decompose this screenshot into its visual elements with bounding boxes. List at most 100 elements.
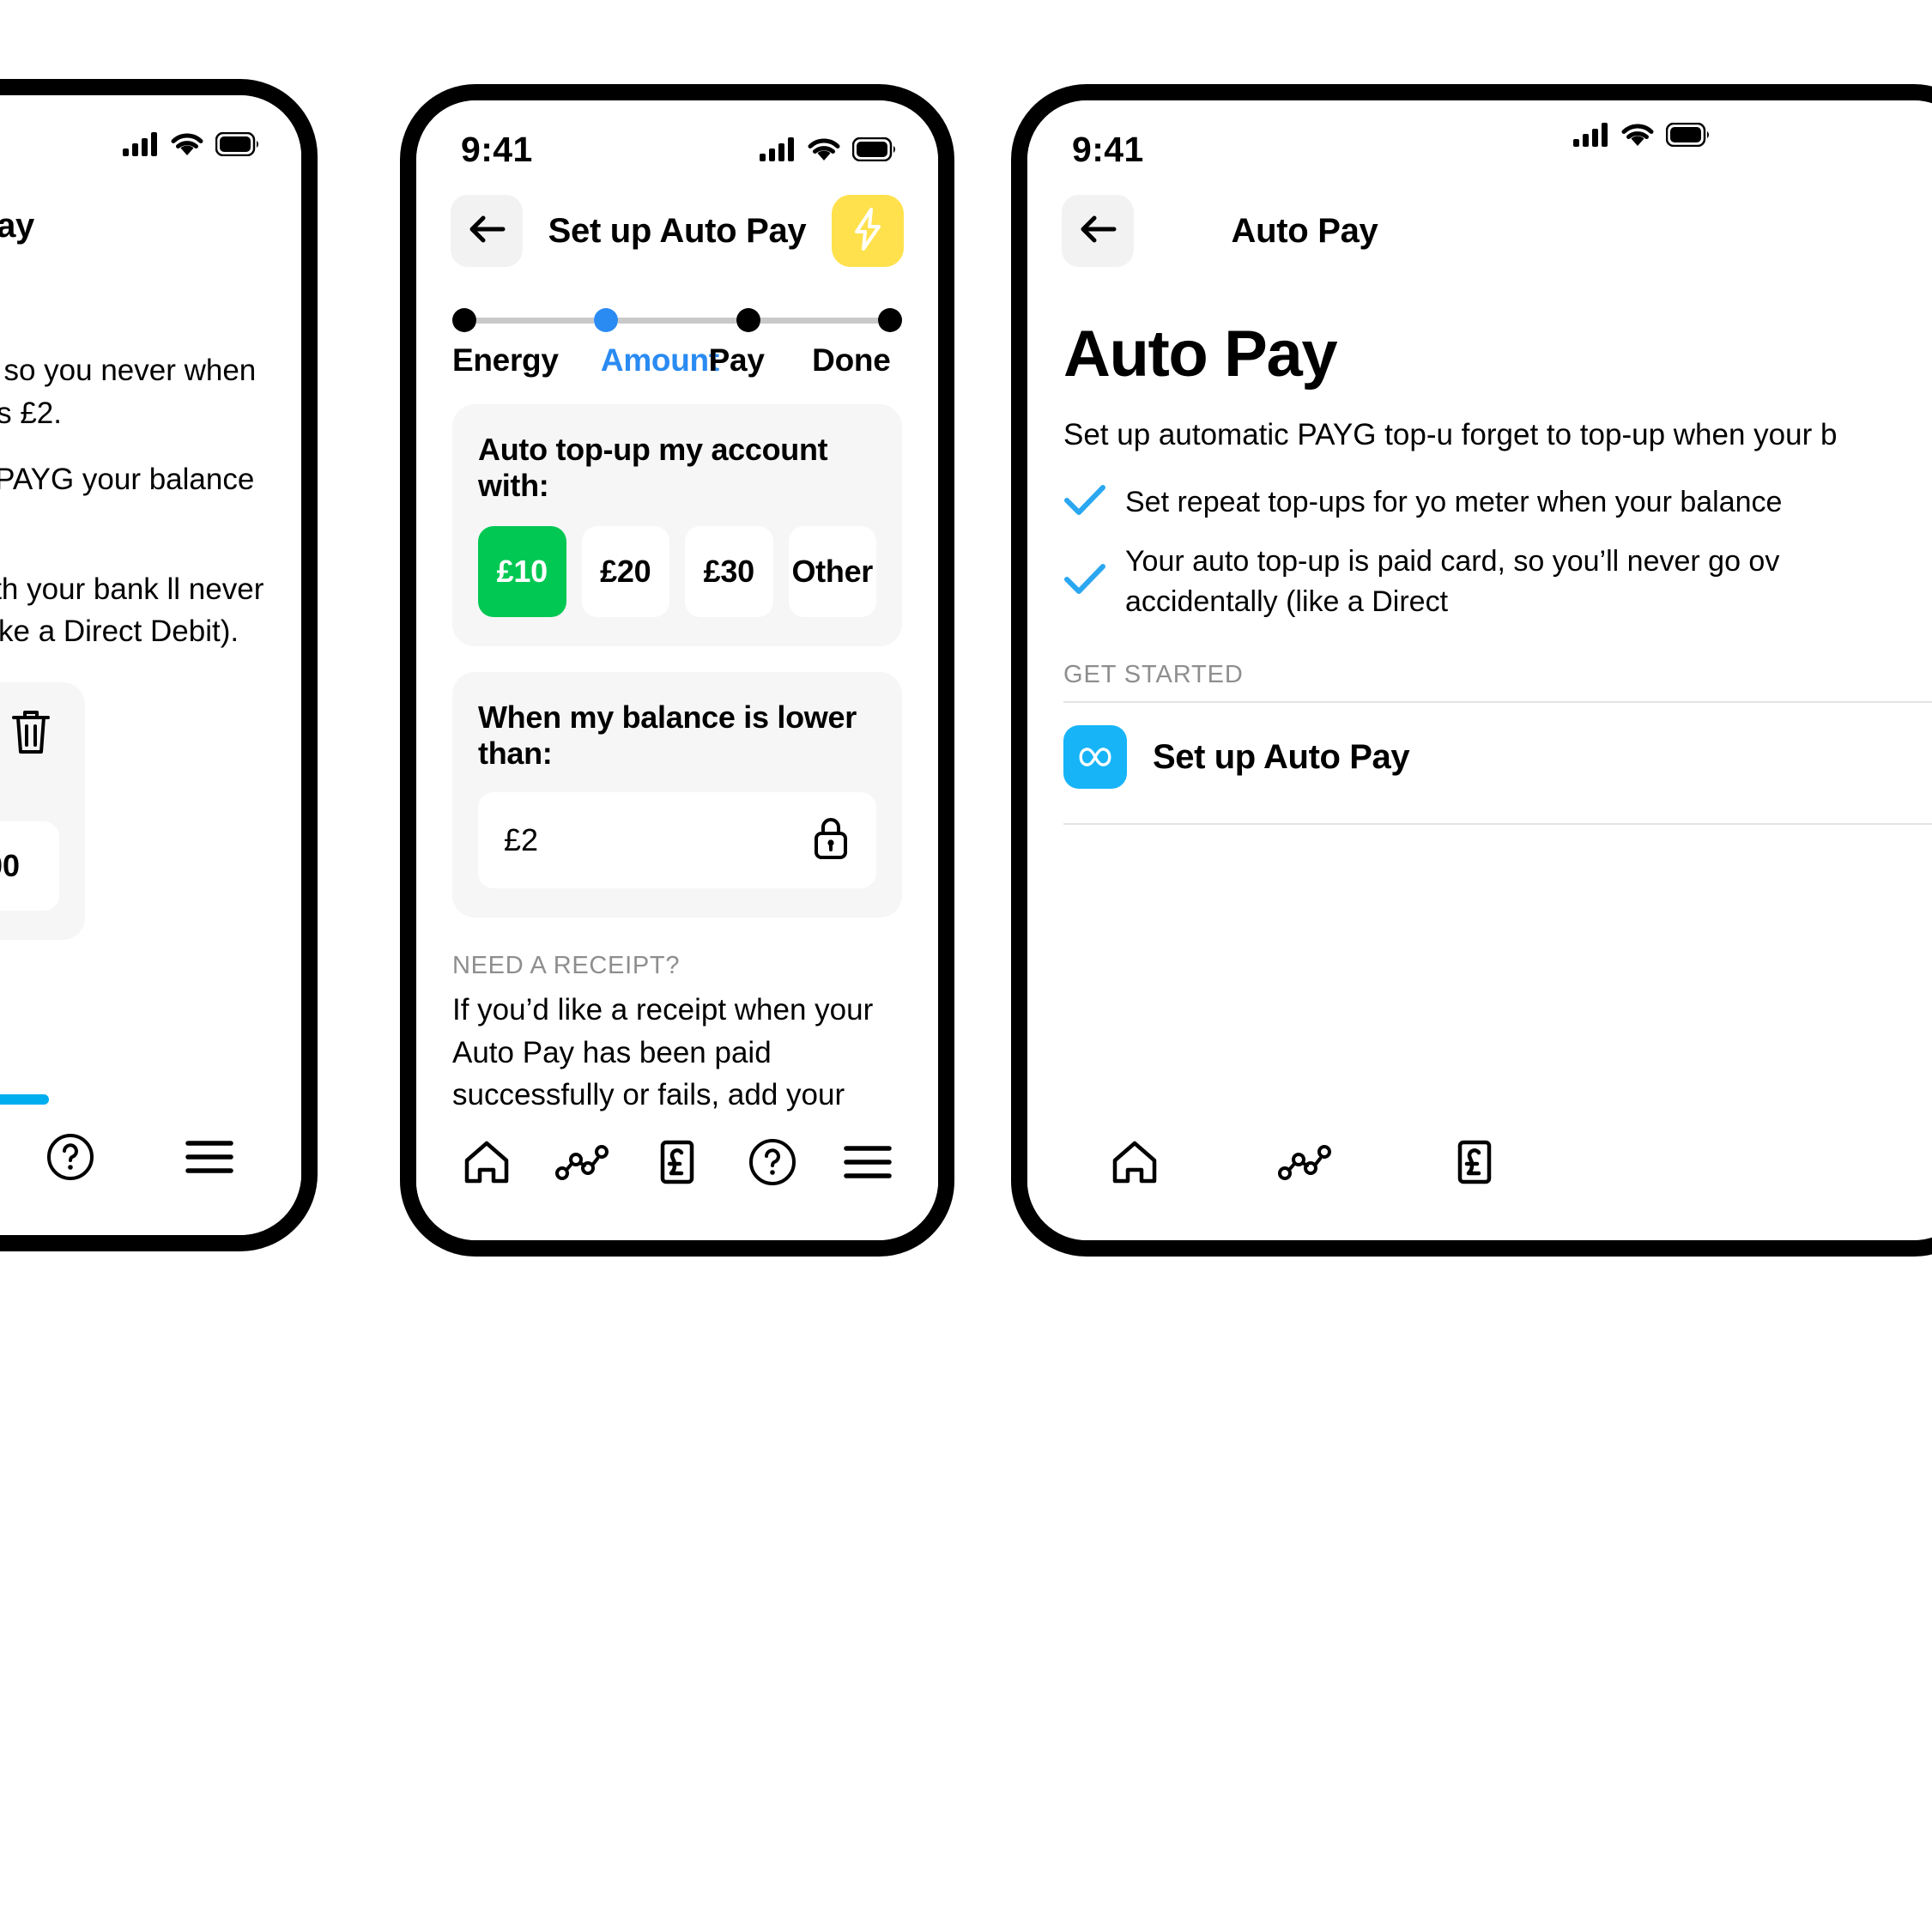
amount-option-10[interactable]: £10: [478, 526, 566, 617]
wifi-icon: [1621, 123, 1654, 147]
pound-meter-icon: [1451, 1137, 1498, 1187]
benefit-text-1: Your auto top-up is paid card, so you’ll…: [1125, 544, 1780, 618]
home-icon: [1111, 1140, 1159, 1184]
back-button[interactable]: [451, 195, 523, 267]
phone-left: Auto Pay c PAYG top-ups so you never whe…: [0, 79, 318, 1251]
nav-bar-right: Auto Pay: [1027, 174, 1582, 277]
infinity-icon: [1063, 725, 1127, 790]
arrow-left-icon: [467, 212, 506, 251]
left-paragraph-1: op-ups for your PAYG your balance reache…: [0, 463, 255, 497]
phone-right-screen: 9:41 Auto Pay Auto Pay Set up automatic …: [1027, 100, 1932, 1240]
auto-pay-heading: Auto Pay: [1063, 318, 1338, 391]
topup-amount-card: Auto top-up my account with: £10 £20 £30…: [452, 404, 902, 646]
balance-threshold-title: When my balance is lower than:: [478, 700, 857, 771]
list-item-set-up-auto-pay[interactable]: Set up Auto Pay: [1027, 703, 1932, 811]
list-item-label: Set up Auto Pay: [1153, 737, 1410, 776]
usage-graph-icon: [554, 1142, 609, 1182]
tab-help-left[interactable]: [32, 1118, 109, 1196]
lightning-bolt-icon: [851, 207, 885, 256]
status-icons-right: [1573, 123, 1711, 147]
step-dot-amount[interactable]: [594, 308, 619, 332]
phone-right: 9:41 Auto Pay Auto Pay Set up automatic …: [1011, 84, 1932, 1257]
left-paragraph-2: op-up is paid with your bank ll never go…: [0, 572, 264, 649]
phone-middle: 9:41 Set up Auto Pay Energy Amount Pay D…: [400, 84, 954, 1257]
phone-middle-screen: 9:41 Set up Auto Pay Energy Amount Pay D…: [416, 100, 938, 1240]
menu-icon: [843, 1142, 893, 1182]
pound-meter-icon: [654, 1137, 700, 1187]
progress-stepper: Energy Amount Pay Done: [416, 277, 938, 379]
status-time-middle: 9:41: [461, 129, 533, 169]
tab-pay-middle[interactable]: [639, 1123, 716, 1201]
balance-threshold-field[interactable]: £2: [478, 792, 876, 888]
usage-graph-icon: [1278, 1142, 1331, 1182]
stepper-track: [452, 308, 902, 332]
step-dot-done[interactable]: [877, 308, 902, 332]
help-circle-icon: [748, 1137, 797, 1187]
receipt-eyebrow: NEED A RECEIPT?: [452, 952, 681, 979]
tab-usage-middle[interactable]: [543, 1123, 621, 1201]
auto-pay-intro: Set up automatic PAYG top-u forget to to…: [1063, 418, 1838, 451]
signal-icon: [760, 137, 796, 161]
back-button-right[interactable]: [1062, 195, 1134, 267]
page-title-left: Auto Pay: [0, 206, 34, 245]
credit-limit-card: Credit limit £2.00: [0, 682, 85, 941]
home-icon: [463, 1140, 511, 1184]
arrow-left-icon: [1078, 212, 1117, 251]
balance-threshold-card: When my balance is lower than: £2: [452, 672, 902, 918]
wifi-icon: [808, 137, 840, 161]
left-body: c PAYG top-ups so you never when your ba…: [0, 349, 301, 941]
amount-options: £10 £20 £30 Other: [478, 526, 876, 617]
topup-amount-title: Auto top-up my account with:: [478, 432, 828, 503]
step-label-energy: Energy: [452, 342, 559, 378]
stepper-labels: Energy Amount Pay Done: [452, 342, 902, 379]
step-dot-pay[interactable]: [736, 308, 760, 332]
check-icon: [1063, 562, 1106, 601]
tab-menu-left[interactable]: [171, 1118, 248, 1196]
tab-bar-left: [0, 1106, 301, 1235]
boost-button[interactable]: [832, 195, 904, 267]
battery-icon: [1666, 123, 1711, 147]
step-label-amount: Amount: [600, 342, 719, 378]
step-dot-energy[interactable]: [452, 308, 476, 332]
trash-icon: [9, 707, 52, 760]
list-item: Your auto top-up is paid card, so you’ll…: [1063, 542, 1932, 622]
amount-option-20[interactable]: £20: [581, 526, 669, 617]
step-label-done: Done: [812, 342, 891, 378]
delete-button[interactable]: [0, 701, 63, 765]
credit-limit-label: Credit limit: [0, 766, 59, 802]
benefit-text-0: Set repeat top-ups for yo meter when you…: [1125, 485, 1783, 518]
list-item: Set repeat top-ups for yo meter when you…: [1063, 482, 1932, 523]
nav-bar-left: Auto Pay: [0, 169, 301, 272]
menu-icon: [185, 1137, 234, 1177]
step-line-2: [618, 317, 736, 324]
home-indicator-left: [0, 1094, 49, 1105]
amount-option-other[interactable]: Other: [788, 526, 876, 617]
lock-icon: [811, 815, 851, 866]
divider-bottom: [1063, 823, 1932, 826]
balance-threshold-value: £2: [504, 822, 539, 857]
tab-help-middle[interactable]: [734, 1123, 811, 1201]
left-paragraph-0: c PAYG top-ups so you never when your ba…: [0, 354, 257, 430]
wifi-icon: [171, 132, 203, 156]
tab-bar-middle: [416, 1111, 938, 1240]
status-time-right: 9:41: [1072, 129, 1144, 169]
step-line-3: [760, 317, 878, 324]
tab-menu-middle[interactable]: [829, 1123, 906, 1201]
tab-usage-right[interactable]: [1266, 1123, 1343, 1201]
phone-left-screen: Auto Pay c PAYG top-ups so you never whe…: [0, 95, 301, 1235]
step-line-1: [476, 317, 595, 324]
battery-icon: [215, 132, 260, 156]
benefits-list: Set repeat top-ups for yo meter when you…: [1027, 457, 1932, 622]
signal-icon: [1573, 123, 1609, 147]
battery-icon: [852, 137, 897, 161]
tab-pay-right[interactable]: [1436, 1123, 1513, 1201]
tab-home-middle[interactable]: [448, 1123, 525, 1201]
amount-option-30[interactable]: £30: [685, 526, 773, 617]
credit-limit-inputs: £2.00: [0, 821, 59, 911]
check-icon: [1063, 483, 1106, 522]
status-bar-right: 9:41: [1027, 100, 1932, 174]
status-bar-middle: 9:41: [416, 100, 938, 174]
tab-home-right[interactable]: [1096, 1123, 1173, 1201]
status-icons: [123, 132, 260, 156]
credit-limit-value[interactable]: £2.00: [0, 821, 59, 911]
